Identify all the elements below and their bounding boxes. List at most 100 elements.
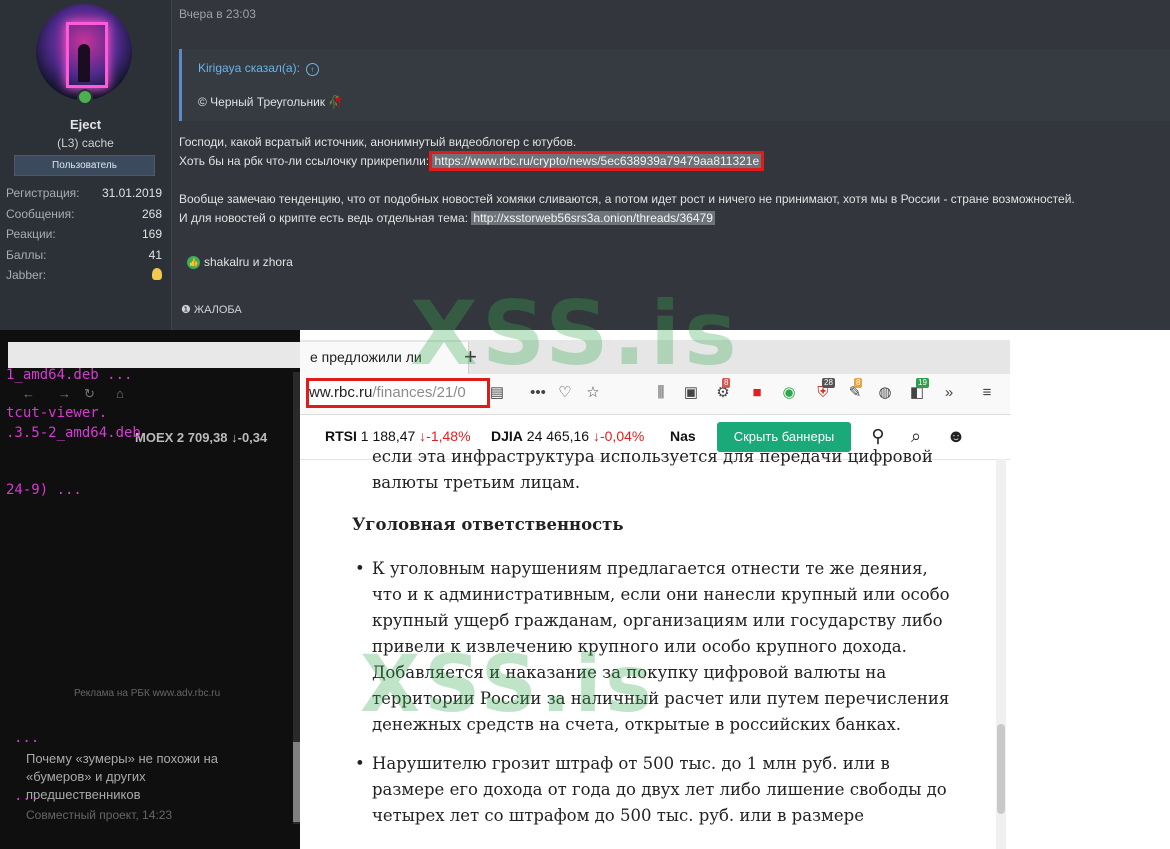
stat-points: Баллы: 41 (6, 248, 162, 269)
thread-link[interactable]: http://xsstorweb56srs3a.onion/threads/36… (471, 211, 715, 225)
terminal-window: ← → ↻ ⌂ MOEX 2 709,38 ↓-0,34 1_amd64.deb… (0, 330, 301, 849)
browser-window: е предложили ли + ww.rbc.ru/finances/21/… (300, 330, 1010, 849)
post-line: Хоть бы на рбк что-ли ссылочку прикрепил… (179, 151, 1164, 171)
stat-label: Сообщения: (6, 206, 75, 221)
post-text: Хоть бы на рбк что-ли ссылочку прикрепил… (179, 154, 433, 168)
user-icon[interactable]: ☻ (945, 425, 967, 447)
reader-view-icon[interactable]: ▤ (486, 382, 508, 404)
ticker-value: 1 188,47 (360, 428, 416, 444)
ghost-ad-text: Реклама на РБК www.adv.rbc.ru (74, 688, 221, 699)
stat-jabber: Jabber: (6, 268, 162, 289)
user-panel: Eject (L3) cache Пользователь Регистраци… (0, 0, 172, 330)
ghost-meta: Совместный проект, 14:23 (26, 808, 173, 822)
ticker-change: ↓-0,04% (592, 428, 645, 444)
stat-label: Jabber: (6, 268, 47, 282)
post-line: И для новостей о крипте есть ведь отдель… (179, 209, 1164, 228)
ticker-value: 24 465,16 (526, 428, 590, 444)
forum-post: Eject (L3) cache Пользователь Регистраци… (0, 0, 1170, 330)
rbc-link[interactable]: https://www.rbc.ru/crypto/news/5ec638939… (429, 151, 765, 171)
extension-gear-icon[interactable]: ⚙ 8 (712, 378, 734, 404)
extension-tag-icon[interactable]: ✎ 8 (844, 378, 866, 404)
badge: 8 (722, 378, 731, 388)
stat-messages: Сообщения: 268 (6, 207, 162, 228)
lightbulb-icon[interactable] (152, 268, 162, 280)
reactions-text[interactable]: shakalru и zhora (204, 255, 293, 269)
username[interactable]: Eject (0, 117, 171, 132)
stat-value: 169 (141, 227, 162, 241)
quote-header[interactable]: Kirigaya сказал(а): ↑ (198, 61, 319, 76)
terminal-line: 1_amd64.deb ... (6, 367, 133, 383)
stat-label: Регистрация: (6, 186, 80, 200)
badge: 28 (822, 378, 835, 388)
bookmark-star-icon[interactable]: ☆ (582, 382, 604, 404)
arrow-up-icon[interactable]: ↑ (305, 63, 319, 76)
thumbs-up-icon: 👍 (187, 255, 200, 269)
new-tab-button[interactable]: + (464, 344, 477, 370)
stat-label: Реакции: (6, 227, 56, 241)
stat-reactions: Реакции: 169 (6, 227, 162, 248)
user-title: (L3) cache (57, 136, 114, 150)
post-text: И для новостей о крипте есть ведь отдель… (179, 211, 472, 225)
list-item: К уголовным нарушениям предлагается отне… (352, 556, 952, 738)
user-role-badge: Пользователь (14, 155, 155, 176)
desktop-background (1010, 330, 1170, 849)
post-timestamp[interactable]: Вчера в 23:03 (179, 7, 256, 21)
quote-block: Kirigaya сказал(а): ↑ © Черный Треугольни… (179, 49, 1170, 121)
quote-text: © Черный Треугольник 🥀 (198, 95, 344, 109)
reactions-bar[interactable]: 👍 shakalru и zhora (187, 255, 293, 269)
ticker-rtsi[interactable]: RTSI 1 188,47 ↓-1,48% (325, 428, 471, 444)
nav-bar: ww.rbc.ru/finances/21/0 ▤ ••• ♡ ☆ ⫼ ▣ ⚙ 8… (300, 374, 1010, 415)
ticker-nasdaq[interactable]: Nas (670, 428, 696, 444)
forward-arrow-icon: → (58, 386, 71, 401)
report-label: ЖАЛОБА (193, 304, 242, 316)
stat-value: 41 (148, 247, 162, 262)
terminal-line: .3.5-2_amd64.deb (6, 425, 141, 441)
terminal-line: tcut-viewer. (6, 405, 108, 421)
ublock-icon[interactable]: ⛨ 28 (812, 378, 835, 404)
terminal-line: ... (14, 788, 40, 804)
article-subheading: Уголовная ответственность (352, 515, 624, 534)
user-stats: Регистрация: 31.01.2019 Сообщения: 268 Реа… (6, 186, 162, 289)
article-fragment: если эта инфраструктура используется для… (372, 447, 933, 492)
ticker-name: Nas (670, 428, 696, 444)
ghost-headline: Почему «зумеры» не похожи на «бумеров» и… (26, 751, 219, 802)
stat-label: Баллы: (6, 247, 47, 262)
overflow-chevron-icon[interactable]: » (938, 382, 960, 404)
extension-green-icon[interactable]: ◉ (778, 382, 800, 404)
quote-author[interactable]: Kirigaya сказал(а): (198, 61, 300, 75)
terminal-line: ... (14, 730, 40, 746)
reload-icon: ↻ (84, 386, 95, 401)
info-icon: ❶ (181, 304, 194, 316)
account-icon[interactable]: ◍ (874, 382, 896, 404)
report-button[interactable]: ❶ ЖАЛОБА (181, 303, 242, 316)
avatar[interactable] (36, 4, 132, 100)
badge: 8 (854, 378, 863, 388)
stat-value: 268 (141, 206, 162, 221)
ghost-ticker: MOEX 2 709,38 ↓-0,34 (135, 430, 268, 445)
ticker-name: RTSI (325, 428, 357, 444)
stat-registration: Регистрация: 31.01.2019 (6, 186, 162, 207)
pocket-icon[interactable]: ♡ (554, 382, 576, 404)
extension-d-icon[interactable]: ◧ 19 (906, 378, 929, 404)
terminal-titlebar (8, 342, 300, 368)
url-path: /finances/21/0 (372, 384, 466, 401)
url-bar[interactable]: ww.rbc.ru/finances/21/0 (306, 378, 490, 408)
hamburger-menu-icon[interactable]: ≡ (976, 382, 998, 404)
scroll-thumb[interactable] (997, 724, 1005, 814)
home-icon: ⌂ (116, 386, 124, 401)
ticker-djia[interactable]: DJIA 24 465,16 ↓-0,04% (491, 428, 644, 444)
extension-s-icon[interactable]: ■ (746, 382, 768, 404)
post-line: Вообще замечаю тенденцию, что от подобны… (179, 192, 1075, 206)
badge: 19 (916, 378, 929, 388)
list-item: Нарушителю грозит штраф от 500 тыс. до 1… (352, 751, 952, 829)
page-actions-icon[interactable]: ••• (527, 382, 549, 404)
sidebar-icon[interactable]: ▣ (680, 382, 702, 404)
ticker-change: ↓-1,48% (419, 428, 471, 444)
library-icon[interactable]: ⫼ (650, 382, 672, 404)
url-domain: ww.rbc.ru (309, 384, 373, 401)
active-tab[interactable]: е предложили ли (300, 342, 469, 374)
browser-scrollbar[interactable] (996, 459, 1006, 849)
article-bullets: К уголовным нарушениям предлагается отне… (352, 556, 952, 842)
post-body: Господи, какой всратый источник, анонимн… (179, 133, 1164, 228)
